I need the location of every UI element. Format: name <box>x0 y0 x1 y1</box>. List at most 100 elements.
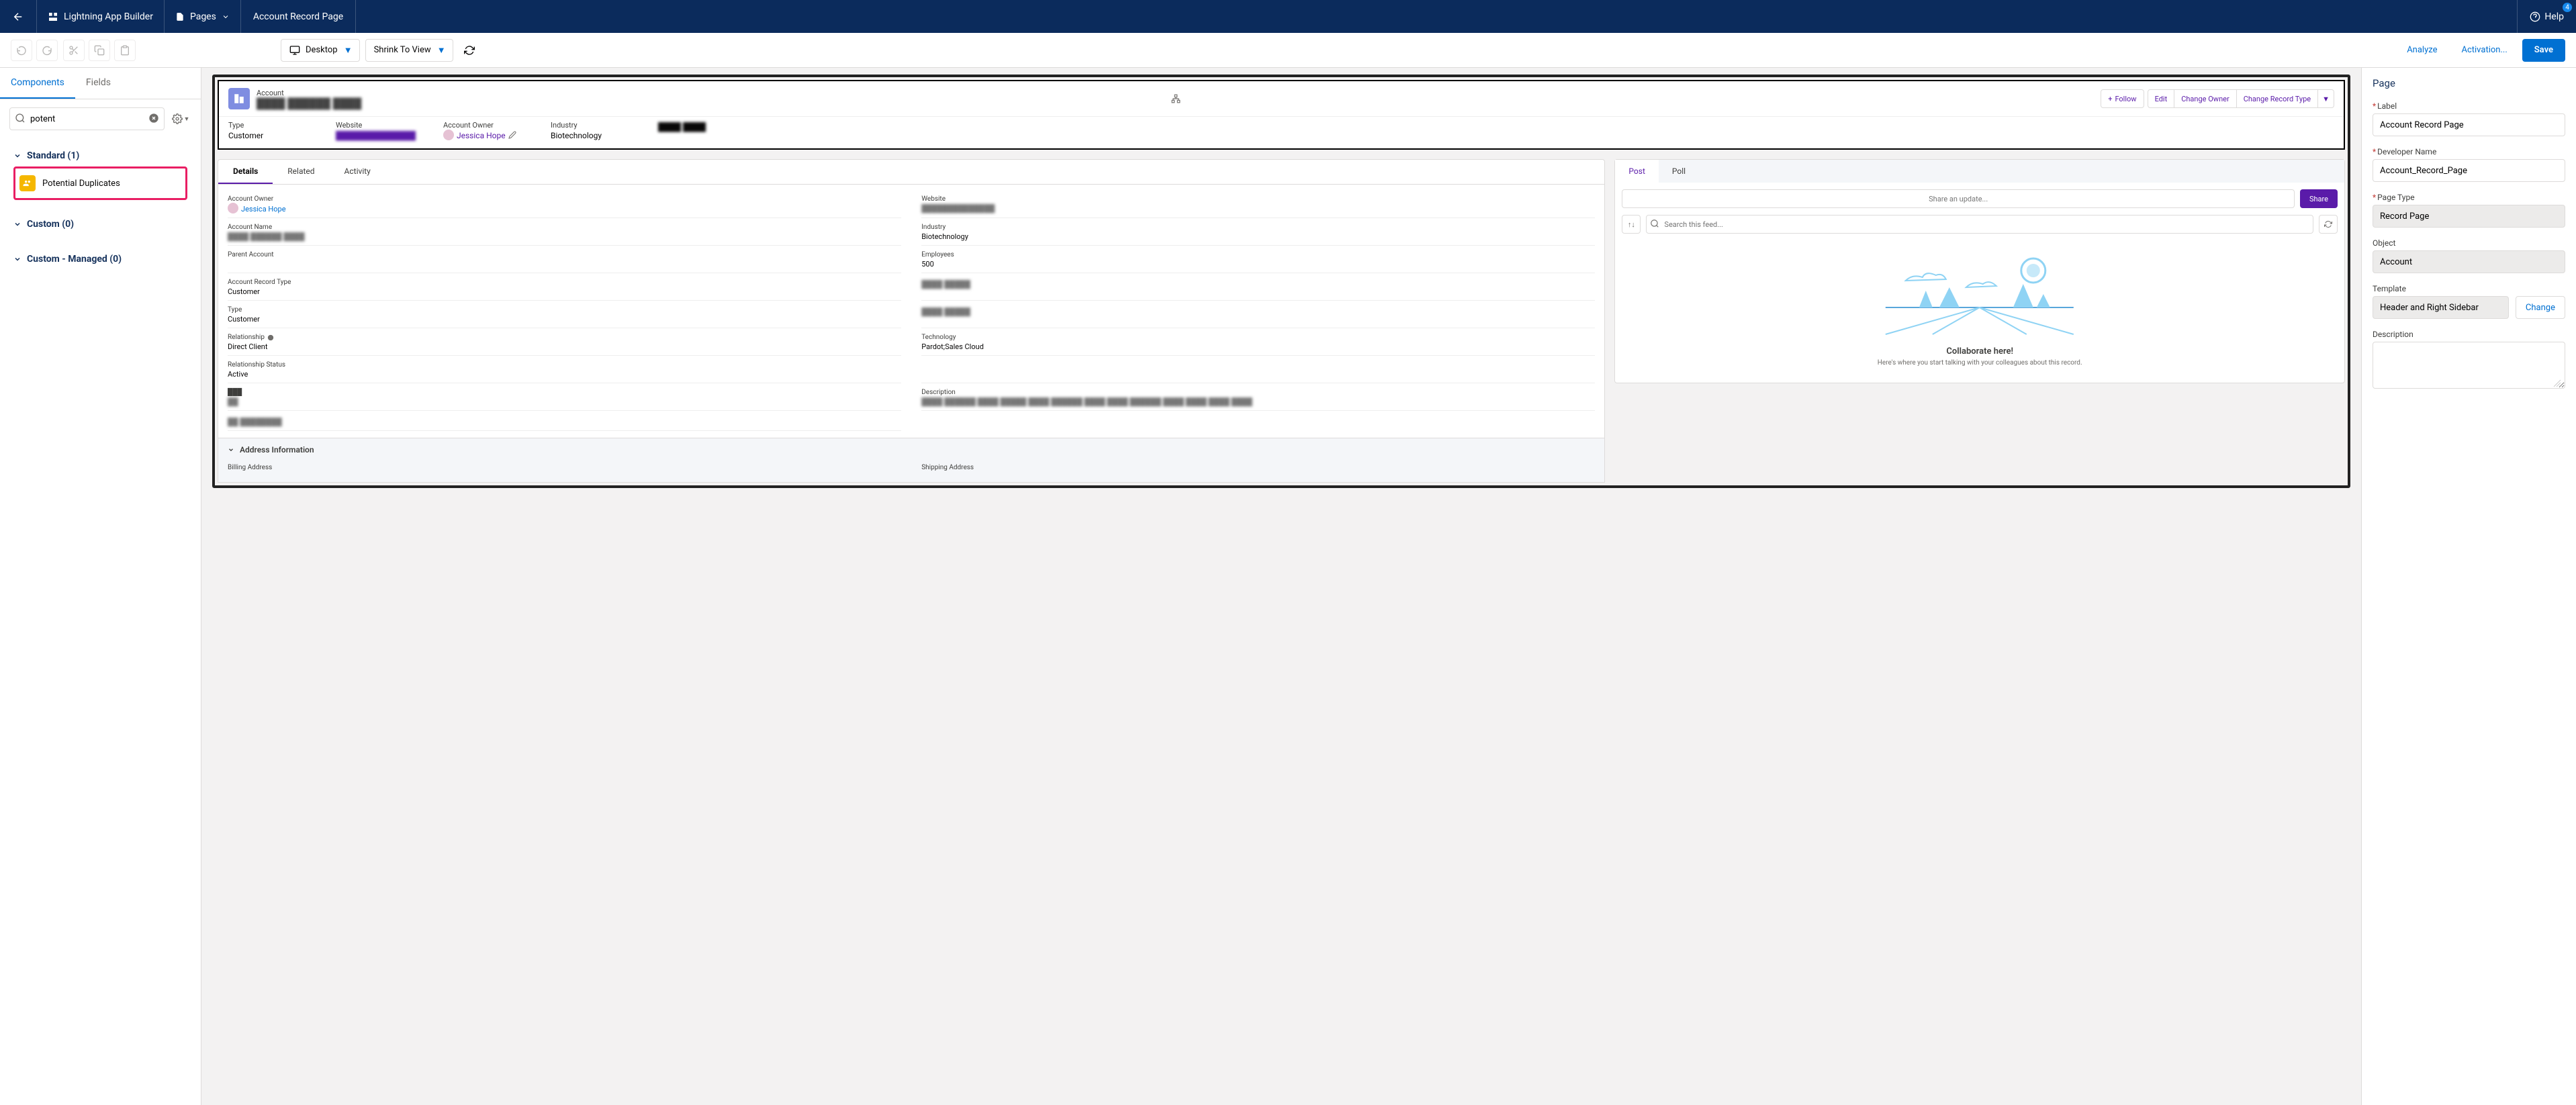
label-label: *Label <box>2373 101 2565 111</box>
chevron-down-icon <box>13 152 21 160</box>
viewport-select[interactable]: Desktop ▼ <box>281 39 360 62</box>
chatter-search-input[interactable] <box>1646 215 2313 234</box>
caret-down-icon: ▼ <box>344 45 353 56</box>
gear-icon <box>172 113 183 124</box>
avatar <box>443 130 454 140</box>
highlight-field: IndustryBiotechnology <box>551 121 631 140</box>
address-section[interactable]: Address Information Billing Address Ship… <box>218 438 1604 482</box>
detail-field <box>921 412 1595 431</box>
search-icon <box>15 113 26 124</box>
undo-icon <box>16 45 27 56</box>
record-header-component[interactable]: Account ████ ██████ ████ +Follow Edit Ch… <box>218 80 2345 150</box>
component-label: Potential Duplicates <box>42 179 120 189</box>
page-type-input <box>2373 205 2565 228</box>
app-header: Lightning App Builder Pages Account Reco… <box>0 0 2576 33</box>
arrow-left-icon <box>12 11 24 23</box>
change-template-button[interactable]: Change <box>2516 296 2565 319</box>
zoom-select[interactable]: Shrink To View ▼ <box>365 39 453 62</box>
chevron-down-icon <box>13 255 21 263</box>
builder-icon <box>48 11 58 22</box>
highlight-fields: TypeCustomerWebsite██████████████Account… <box>219 116 2344 148</box>
detail-field: Relationship Direct Client <box>228 330 901 356</box>
app-title-button[interactable]: Lightning App Builder <box>37 0 165 33</box>
chatter-tab-post[interactable]: Post <box>1615 160 1658 183</box>
more-actions-button[interactable]: ▼ <box>2317 89 2334 108</box>
chatter-refresh-button[interactable] <box>2319 215 2338 234</box>
copy-button[interactable] <box>89 40 110 61</box>
chatter-empty-state: Collaborate here! Here's where you start… <box>1615 240 2344 383</box>
redo-button[interactable] <box>36 40 58 61</box>
page-title: Account Record Page <box>241 0 356 33</box>
component-potential-duplicates[interactable]: Potential Duplicates <box>13 166 187 200</box>
chatter-tab-poll[interactable]: Poll <box>1659 160 1699 183</box>
detail-field <box>921 357 1595 383</box>
left-tabs: Components Fields <box>0 68 201 99</box>
object-input <box>2373 250 2565 273</box>
tab-components[interactable]: Components <box>0 68 75 99</box>
chevron-down-icon <box>13 220 21 228</box>
left-panel: Components Fields ▼ Standard (1) Potenti… <box>0 68 201 1105</box>
component-settings-button[interactable]: ▼ <box>170 108 191 130</box>
tab-fields[interactable]: Fields <box>75 68 122 99</box>
chatter-share-input[interactable] <box>1622 189 2295 208</box>
undo-button[interactable] <box>11 40 32 61</box>
detail-field: IndustryBiotechnology <box>921 220 1595 246</box>
change-record-type-button[interactable]: Change Record Type <box>2236 89 2318 108</box>
template-label: Template <box>2373 284 2565 293</box>
avatar <box>228 203 238 213</box>
save-button[interactable]: Save <box>2522 39 2565 62</box>
chevron-down-icon <box>222 13 230 21</box>
refresh-button[interactable] <box>459 40 480 61</box>
detail-field: Employees500 <box>921 247 1595 273</box>
analyze-button[interactable]: Analyze <box>2397 45 2446 55</box>
highlight-field: Account OwnerJessica Hope <box>443 121 524 140</box>
paste-button[interactable] <box>114 40 136 61</box>
highlight-field: TypeCustomer <box>228 121 309 140</box>
tab-details[interactable]: Details <box>218 160 273 184</box>
edit-button[interactable]: Edit <box>2148 89 2175 108</box>
description-textarea[interactable] <box>2373 342 2565 389</box>
chatter-sort-button[interactable]: ↑↓ <box>1622 215 1641 234</box>
resize-handle-icon[interactable] <box>2553 379 2561 387</box>
detail-field: ████ █████ <box>921 302 1595 328</box>
cut-icon <box>68 45 79 56</box>
details-component[interactable]: Account OwnerJessica HopeWebsite████████… <box>218 185 1605 483</box>
back-button[interactable] <box>0 0 37 33</box>
properties-panel: Page *Label *Developer Name *Page Type O… <box>2361 68 2576 1105</box>
cut-button[interactable] <box>63 40 85 61</box>
follow-button[interactable]: +Follow <box>2101 89 2144 108</box>
canvas-frame: Account ████ ██████ ████ +Follow Edit Ch… <box>212 75 2350 488</box>
detail-field: TechnologyPardot;Sales Cloud <box>921 330 1595 356</box>
tab-activity[interactable]: Activity <box>330 160 385 184</box>
chatter-component[interactable]: Post Poll Share ↑↓ <box>1614 159 2345 383</box>
object-label: Account <box>257 89 1164 97</box>
record-tabs: Details Related Activity <box>218 159 1605 185</box>
tab-related[interactable]: Related <box>273 160 329 184</box>
component-search-input[interactable] <box>9 107 165 130</box>
help-button[interactable]: Help 4 <box>2517 0 2576 33</box>
pages-label: Pages <box>190 11 216 22</box>
change-owner-button[interactable]: Change Owner <box>2174 89 2236 108</box>
activation-button[interactable]: Activation... <box>2452 45 2516 55</box>
chatter-share-button[interactable]: Share <box>2300 189 2338 208</box>
developer-name-input[interactable] <box>2373 159 2565 182</box>
detail-field: ██ ████████ <box>228 412 901 431</box>
search-icon <box>1650 219 1659 228</box>
clear-search-button[interactable] <box>148 113 159 124</box>
pages-dropdown[interactable]: Pages <box>165 0 241 33</box>
section-custom[interactable]: Custom (0) <box>13 213 187 235</box>
hierarchy-icon[interactable] <box>1171 94 1181 103</box>
copy-icon <box>94 45 105 56</box>
main-layout: Components Fields ▼ Standard (1) Potenti… <box>0 68 2576 1105</box>
app-title: Lightning App Builder <box>64 11 153 22</box>
label-input[interactable] <box>2373 113 2565 136</box>
detail-field: Parent Account <box>228 247 901 273</box>
section-standard[interactable]: Standard (1) <box>13 145 187 166</box>
detail-field: Account OwnerJessica Hope <box>228 191 901 218</box>
detail-field: ████ █████ <box>921 275 1595 301</box>
properties-title: Page <box>2373 77 2565 89</box>
refresh-icon <box>2324 220 2332 228</box>
section-custom-managed[interactable]: Custom - Managed (0) <box>13 248 187 270</box>
change-owner-icon[interactable] <box>508 131 516 139</box>
redo-icon <box>42 45 52 56</box>
